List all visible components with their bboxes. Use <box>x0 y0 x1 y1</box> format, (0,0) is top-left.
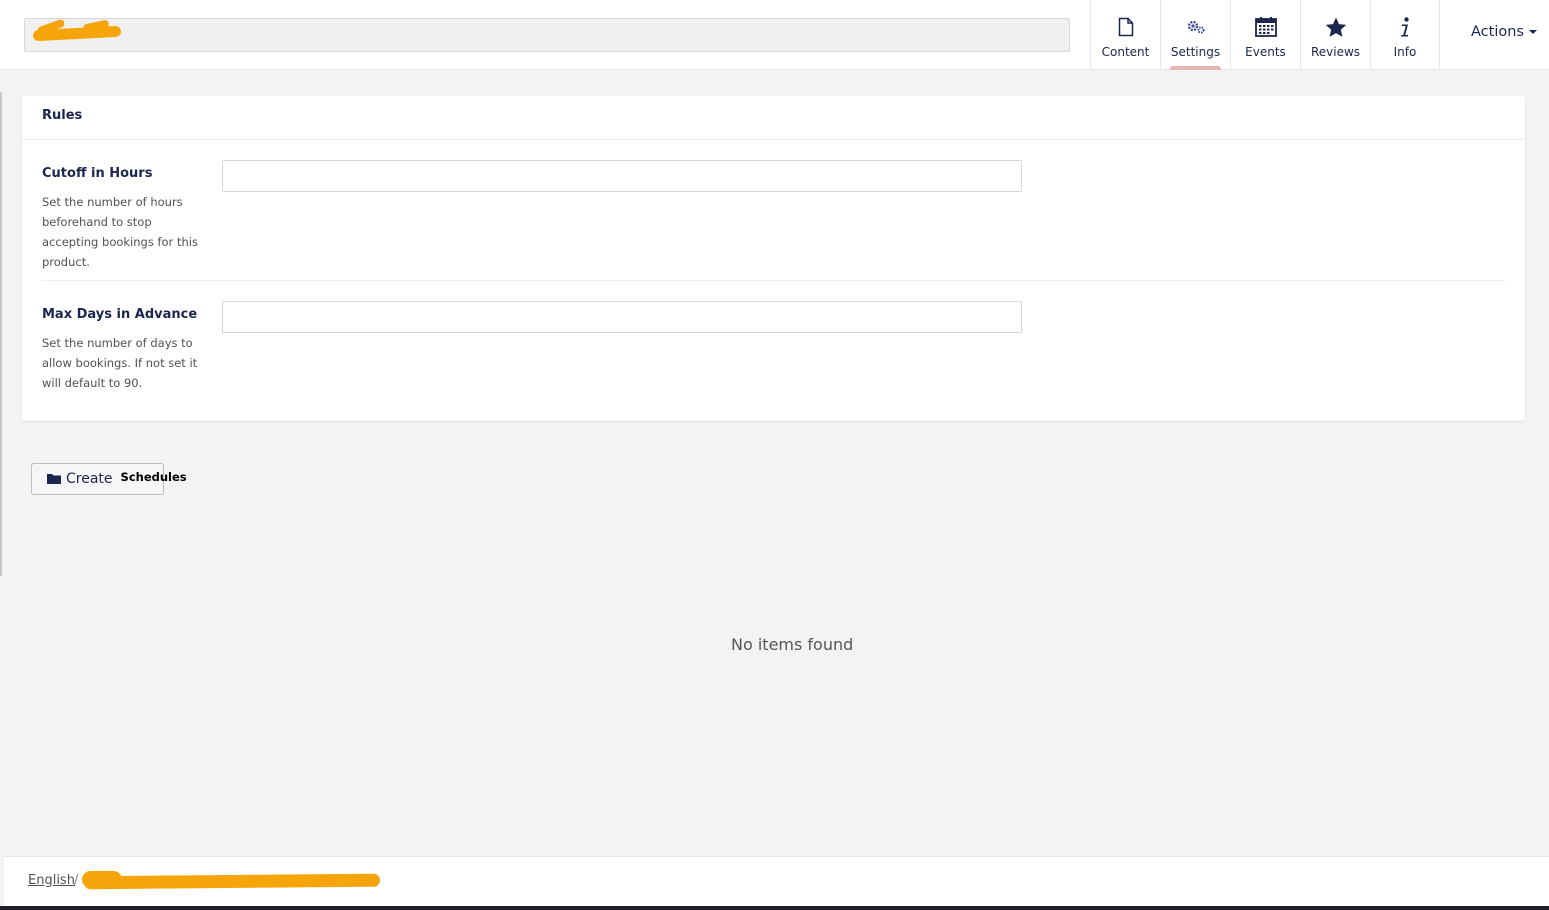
breadcrumb-separator: / <box>74 873 79 888</box>
document-icon <box>1118 15 1134 39</box>
empty-state-message: No items found <box>731 635 854 654</box>
app-label: Events <box>1245 45 1286 59</box>
property-label: Max Days in Advance <box>42 307 198 322</box>
folder-icon <box>47 469 61 488</box>
property-description: Set the number of days to allow bookings… <box>42 336 198 390</box>
property-label: Cutoff in Hours <box>42 166 153 181</box>
language-link[interactable]: English <box>28 873 75 888</box>
calendar-icon <box>1254 15 1277 39</box>
rules-panel: Rules Cutoff in Hours Set the number of … <box>22 96 1525 421</box>
create-label: Create <box>66 471 113 487</box>
editor-header: Content Settings Events Reviews Info Act… <box>0 0 1549 70</box>
app-label: Info <box>1393 45 1417 59</box>
content-type-label: Schedules <box>120 470 187 484</box>
app-label: Content <box>1101 45 1150 59</box>
footer-breadcrumb: English / <box>4 856 1549 906</box>
left-edge-divider <box>0 92 2 576</box>
app-label: Settings <box>1170 45 1221 59</box>
redaction-mark <box>83 873 381 890</box>
editor-apps: Content Settings Events Reviews Info <box>1090 0 1440 70</box>
max-days-in-advance-input[interactable] <box>222 301 1022 333</box>
star-icon <box>1325 15 1347 39</box>
panel-title: Rules <box>22 96 1525 140</box>
app-content[interactable]: Content <box>1090 0 1160 70</box>
app-reviews[interactable]: Reviews <box>1300 0 1370 70</box>
actions-dropdown[interactable]: Actions <box>1471 24 1537 40</box>
actions-label: Actions <box>1471 24 1524 40</box>
cutoff-in-hours-input[interactable] <box>222 160 1022 192</box>
gears-icon <box>1186 15 1206 39</box>
create-schedules-button[interactable]: Create Schedules <box>31 463 187 495</box>
redaction-mark <box>82 871 122 888</box>
node-name-input[interactable] <box>24 18 1070 52</box>
property-max-days-in-advance: Max Days in Advance Set the number of da… <box>42 301 1505 403</box>
app-label: Reviews <box>1310 45 1361 59</box>
app-settings[interactable]: Settings <box>1160 0 1230 70</box>
window-bottom-edge <box>0 906 1549 910</box>
property-description: Set the number of hours beforehand to st… <box>42 195 198 269</box>
app-events[interactable]: Events <box>1230 0 1300 70</box>
app-info[interactable]: Info <box>1370 0 1440 70</box>
info-icon <box>1399 15 1411 39</box>
property-cutoff-in-hours: Cutoff in Hours Set the number of hours … <box>42 160 1505 281</box>
caret-down-icon <box>1528 30 1537 34</box>
